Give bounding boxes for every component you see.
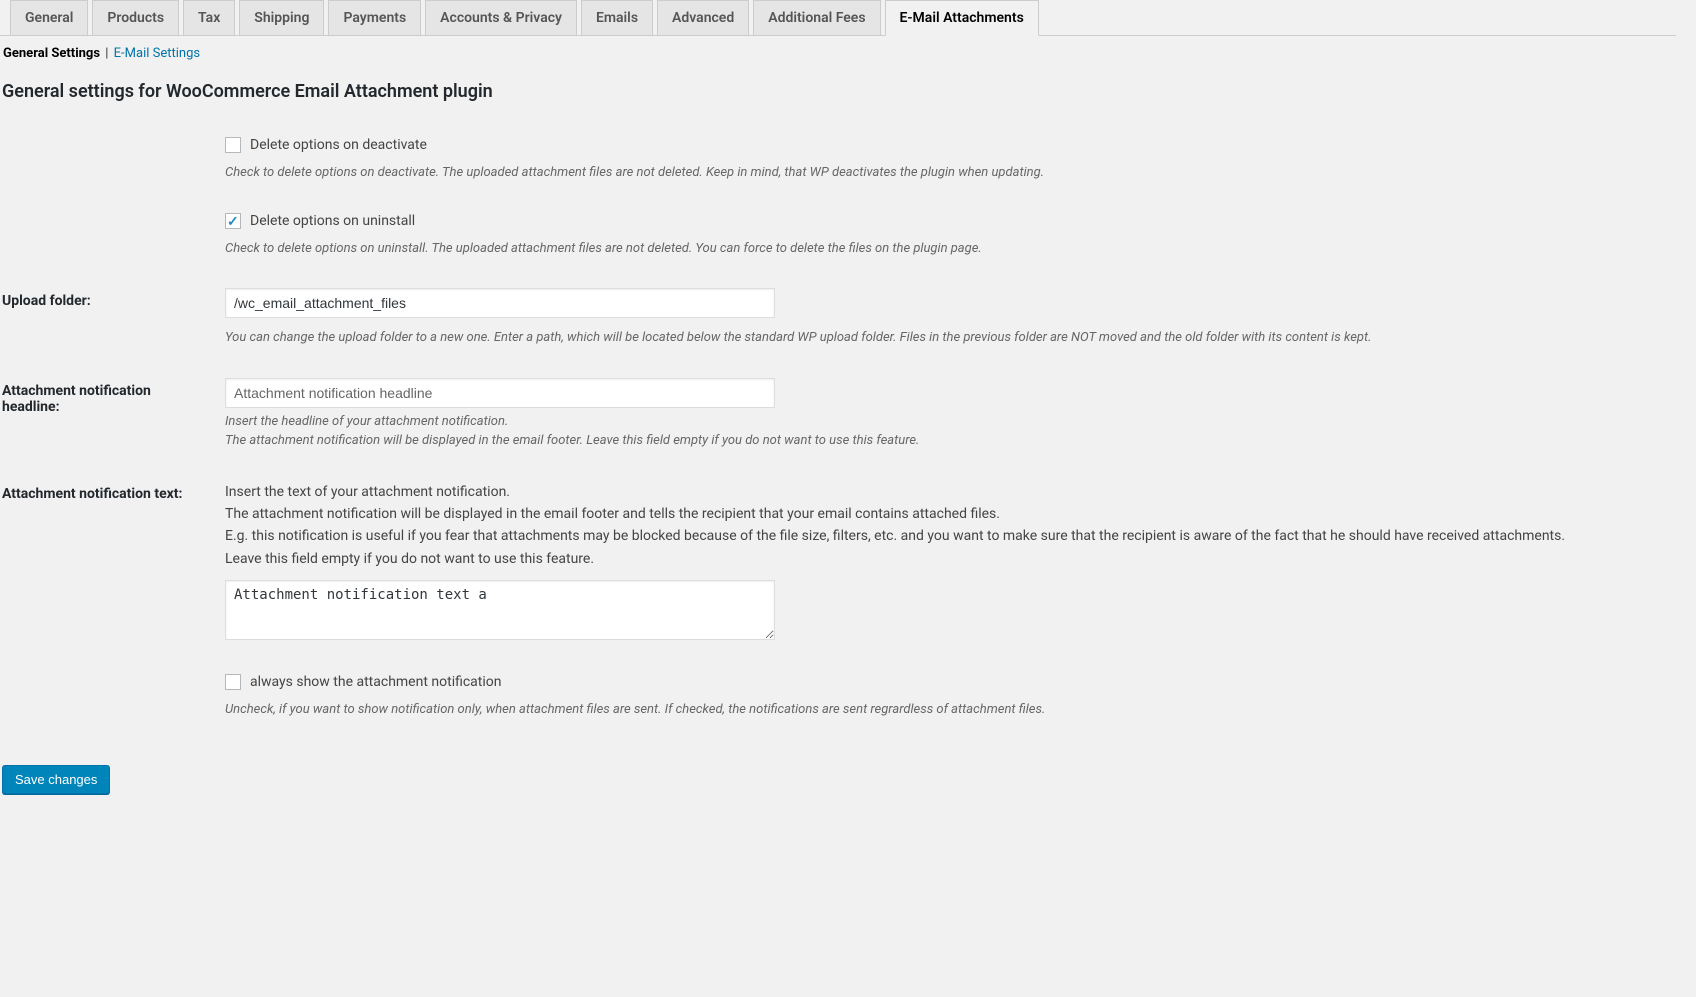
tab-general[interactable]: General <box>10 0 88 36</box>
subnav-current: General Settings <box>3 46 100 61</box>
notification-text-help-1: Insert the text of your attachment notif… <box>225 481 1666 503</box>
tab-additional-fees[interactable]: Additional Fees <box>753 0 880 36</box>
delete-on-uninstall-checkbox[interactable] <box>225 213 241 229</box>
always-show-checkbox[interactable] <box>225 674 241 690</box>
delete-on-uninstall-description: Check to delete options on uninstall. Th… <box>225 239 1666 259</box>
upload-folder-description: You can change the upload folder to a ne… <box>225 328 1666 348</box>
delete-on-deactivate-description: Check to delete options on deactivate. T… <box>225 163 1666 183</box>
headline-input[interactable] <box>225 378 775 408</box>
headline-description-2: The attachment notification will be disp… <box>225 431 1666 451</box>
tab-accounts-privacy[interactable]: Accounts & Privacy <box>425 0 577 36</box>
always-show-description: Uncheck, if you want to show notificatio… <box>225 700 1666 720</box>
save-changes-button[interactable]: Save changes <box>2 765 110 794</box>
headline-label: Attachment notification headline: <box>0 363 215 466</box>
tab-email-attachments[interactable]: E-Mail Attachments <box>885 0 1039 36</box>
delete-on-deactivate-label: Delete options on deactivate <box>250 137 427 153</box>
notification-text-label: Attachment notification text: <box>0 466 215 660</box>
notification-text-help-4: Leave this field empty if you do not wan… <box>225 548 1666 570</box>
notification-text-help-3: E.g. this notification is useful if you … <box>225 525 1666 547</box>
notification-text-help-2: The attachment notification will be disp… <box>225 503 1666 525</box>
delete-on-uninstall-row[interactable]: Delete options on uninstall <box>225 213 1666 229</box>
tab-payments[interactable]: Payments <box>328 0 421 36</box>
notification-text-textarea[interactable] <box>225 580 775 640</box>
headline-description-1: Insert the headline of your attachment n… <box>225 412 1666 432</box>
tab-shipping[interactable]: Shipping <box>239 0 324 36</box>
subnav-email-settings[interactable]: E-Mail Settings <box>114 46 200 61</box>
delete-on-deactivate-checkbox[interactable] <box>225 137 241 153</box>
delete-on-deactivate-row[interactable]: Delete options on deactivate <box>225 137 1666 153</box>
tab-advanced[interactable]: Advanced <box>657 0 749 36</box>
always-show-label: always show the attachment notification <box>250 674 502 690</box>
delete-on-uninstall-label: Delete options on uninstall <box>250 213 415 229</box>
settings-tabs: General Products Tax Shipping Payments A… <box>0 0 1676 36</box>
tab-emails[interactable]: Emails <box>581 0 653 36</box>
tab-products[interactable]: Products <box>92 0 179 36</box>
upload-folder-label: Upload folder: <box>0 273 215 363</box>
tab-tax[interactable]: Tax <box>183 0 235 36</box>
upload-folder-input[interactable] <box>225 288 775 318</box>
section-title: General settings for WooCommerce Email A… <box>2 81 1676 102</box>
sub-navigation: General Settings | E-Mail Settings <box>3 46 1676 61</box>
always-show-row[interactable]: always show the attachment notification <box>225 674 1666 690</box>
